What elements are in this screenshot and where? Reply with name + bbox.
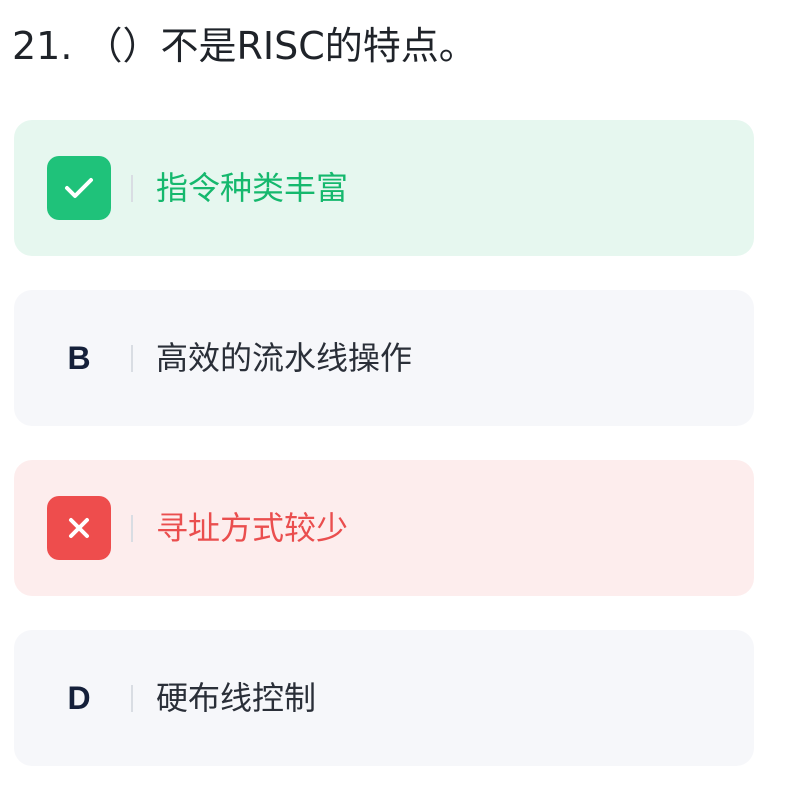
- option-c[interactable]: 寻址方式较少: [14, 460, 754, 596]
- option-divider: [131, 175, 133, 202]
- option-c-label: 寻址方式较少: [156, 509, 349, 547]
- option-divider: [131, 515, 133, 542]
- option-divider: [131, 345, 133, 372]
- option-b-label: 高效的流水线操作: [156, 339, 413, 377]
- option-b[interactable]: B 高效的流水线操作: [14, 290, 754, 426]
- option-a[interactable]: 指令种类丰富: [14, 120, 754, 256]
- option-a-label: 指令种类丰富: [156, 169, 349, 207]
- option-d-label: 硬布线控制: [156, 679, 317, 717]
- option-b-letter: B: [67, 339, 91, 376]
- option-divider: [131, 685, 133, 712]
- option-d-letter: D: [67, 679, 91, 716]
- check-icon: [47, 156, 111, 220]
- question-text: 21. （）不是RISC的特点。: [12, 24, 477, 68]
- option-d[interactable]: D 硬布线控制: [14, 630, 754, 766]
- cross-icon: [47, 496, 111, 560]
